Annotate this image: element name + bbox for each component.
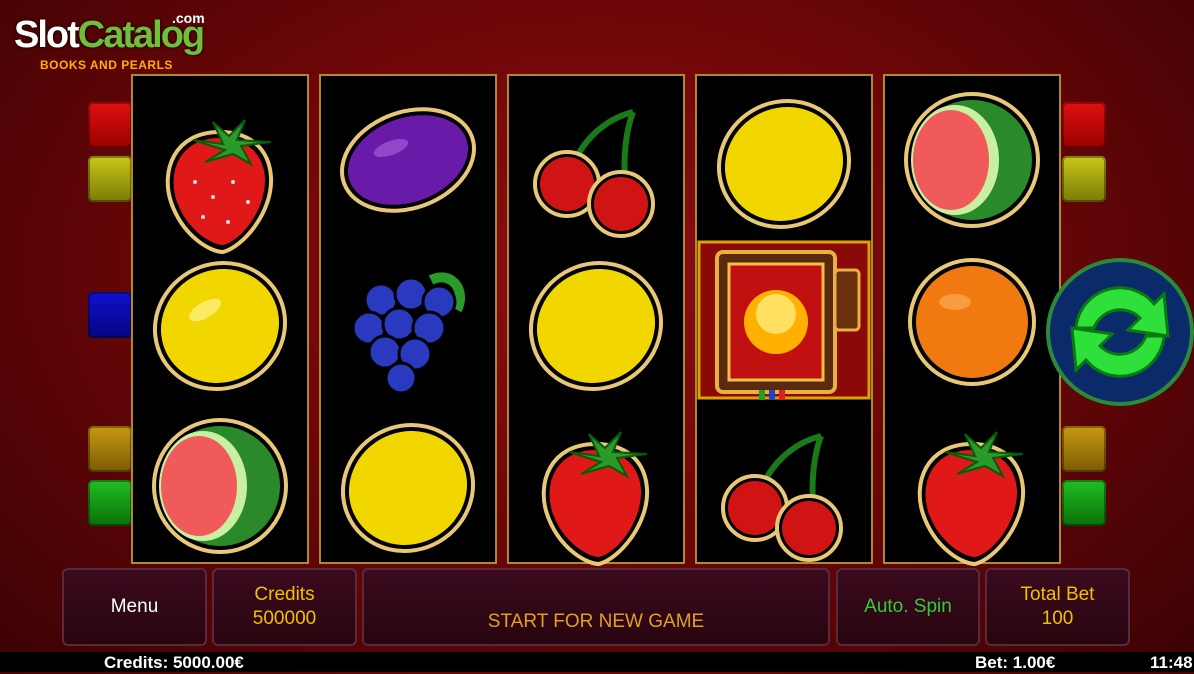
menu-label: Menu [110, 596, 159, 617]
symbol-lemon-icon [697, 82, 871, 242]
menu-button[interactable]: Menu [62, 568, 207, 646]
symbol-lemon-icon [509, 244, 683, 404]
refresh-arrows-icon [1046, 258, 1194, 406]
logo-tld: .com [172, 10, 205, 26]
symbol-plum-icon [321, 78, 495, 238]
status-credits: Credits: 5000.00€ [104, 653, 244, 672]
game-title: BOOKS AND PEARLS [40, 58, 173, 72]
symbol-strawberry-icon [133, 102, 307, 262]
reel-3 [507, 74, 685, 567]
game-message: START FOR NEW GAME [487, 611, 705, 632]
symbol-book-of-pearls-icon [697, 240, 871, 400]
credits-panel: Credits 500000 [212, 568, 357, 646]
watermark-logo: SlotCatalog .com BOOKS AND PEARLS [10, 4, 220, 76]
symbol-strawberry-icon [885, 414, 1059, 574]
message-panel: START FOR NEW GAME [362, 568, 830, 646]
symbol-lemon-icon [321, 406, 495, 566]
symbol-strawberry-icon [509, 414, 683, 574]
status-bet: Bet: 1.00€ [975, 653, 1056, 672]
autospin-button[interactable]: Auto. Spin [836, 568, 980, 646]
total-bet-button[interactable]: Total Bet 100 [985, 568, 1130, 646]
payline-marker-left-1 [88, 102, 132, 148]
payline-marker-left-3 [88, 292, 132, 338]
symbol-orange-icon [885, 242, 1059, 402]
payline-marker-right-1 [1062, 102, 1106, 148]
spin-button[interactable] [1046, 258, 1194, 406]
payline-marker-left-2 [88, 156, 132, 202]
symbol-cherries-icon [509, 88, 683, 248]
credits-label: Credits [254, 584, 315, 605]
total-bet-label: Total Bet [1020, 584, 1095, 605]
reel-1 [131, 74, 309, 564]
symbol-lemon-icon [133, 244, 307, 404]
total-bet-value: 100 [1041, 608, 1074, 629]
logo-brand-part1: Slot [14, 14, 80, 56]
symbol-cherries-icon [697, 412, 871, 572]
payline-marker-right-4 [1062, 426, 1106, 472]
status-bar: Credits: 5000.00€ Bet: 1.00€ 11:48 [0, 652, 1194, 672]
payline-marker-right-5 [1062, 480, 1106, 526]
payline-marker-right-2 [1062, 156, 1106, 202]
reel-2 [319, 74, 497, 564]
symbol-watermelon-icon [133, 406, 307, 566]
reel-5 [883, 74, 1061, 567]
credits-value: 500000 [252, 608, 317, 629]
payline-marker-left-4 [88, 426, 132, 472]
symbol-watermelon-icon [885, 80, 1059, 240]
payline-marker-left-5 [88, 480, 132, 526]
symbol-grapes-icon [321, 240, 495, 400]
autospin-label: Auto. Spin [864, 596, 952, 617]
reel-4 [695, 74, 873, 564]
reel-area [131, 74, 1063, 567]
status-time: 11:48 [1150, 653, 1193, 672]
